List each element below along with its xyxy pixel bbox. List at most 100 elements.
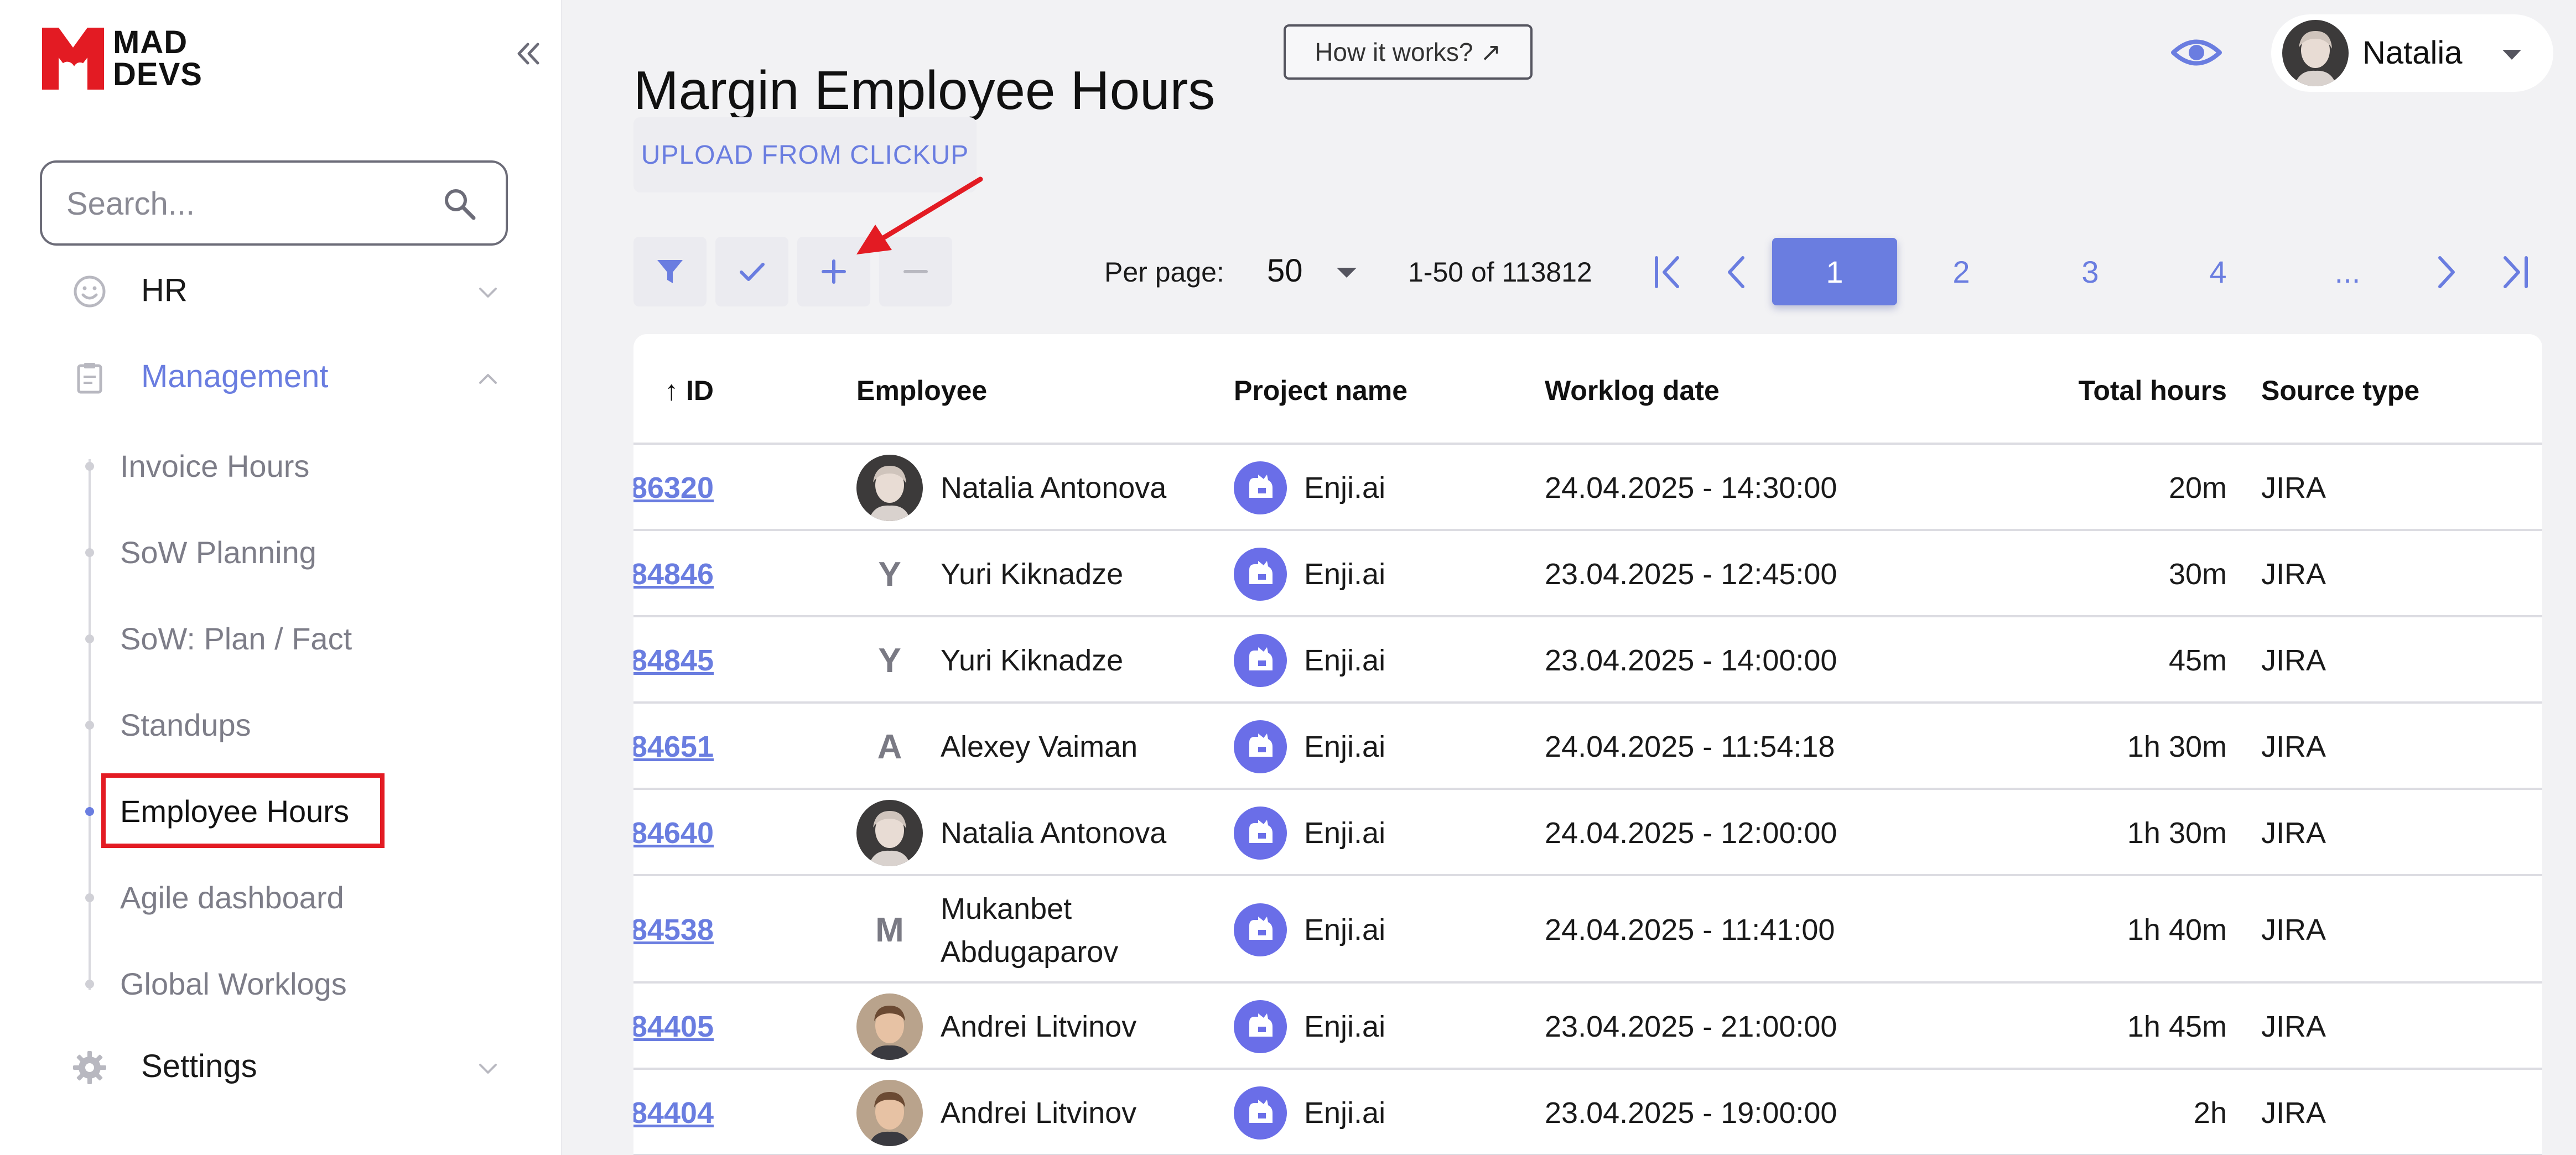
table-row[interactable]: 37484845 Y Yuri Kiknadze Enji.ai 23.04.2… bbox=[633, 617, 2542, 704]
project-name: Enji.ai bbox=[1304, 1010, 1386, 1043]
sidebar-group-management-label: Management bbox=[141, 358, 329, 394]
sidebar-item-sow-plan-fact[interactable]: SoW: Plan / Fact bbox=[0, 605, 562, 671]
enji-mark-icon bbox=[1249, 647, 1273, 670]
sidebar-item-label: Agile dashboard bbox=[120, 880, 344, 915]
worklog-id-link[interactable]: 37484538 bbox=[633, 908, 714, 951]
submenu-dot bbox=[85, 634, 94, 643]
enji-mark-icon bbox=[1249, 1100, 1273, 1123]
enji-mark-icon bbox=[1249, 1013, 1273, 1037]
sidebar-item-label: Global Worklogs bbox=[120, 966, 347, 1001]
column-header-employee[interactable]: Employee bbox=[856, 373, 987, 408]
add-button[interactable] bbox=[797, 237, 870, 306]
enji-logo-icon bbox=[1234, 720, 1287, 773]
sidebar-group-hr[interactable]: HR bbox=[0, 257, 562, 324]
column-header-project[interactable]: Project name bbox=[1234, 373, 1408, 408]
user-photo-andrei bbox=[856, 1080, 923, 1146]
annotation-highlight-box bbox=[101, 773, 385, 848]
source-type: JIRA bbox=[2261, 816, 2326, 850]
employee-name: Natalia Antonova bbox=[941, 816, 1167, 850]
source-type: JIRA bbox=[2261, 1096, 2326, 1130]
page-title: Margin Employee Hours bbox=[633, 59, 1216, 121]
avatar bbox=[2282, 20, 2349, 86]
table-row[interactable]: 37484640 Natalia Antonova Enji.ai 24.04.… bbox=[633, 790, 2542, 876]
page-ellipsis[interactable]: ... bbox=[2285, 238, 2410, 305]
select-check-button[interactable] bbox=[715, 237, 788, 306]
page-button-3[interactable]: 3 bbox=[2028, 238, 2153, 305]
table-row[interactable]: 37484651 A Alexey Vaiman Enji.ai 24.04.2… bbox=[633, 704, 2542, 790]
sidebar-group-settings-label: Settings bbox=[141, 1048, 257, 1084]
sidebar-item-invoice-hours[interactable]: Invoice Hours bbox=[0, 432, 562, 498]
page-button-2[interactable]: 2 bbox=[1899, 238, 2024, 305]
clipboard-icon bbox=[77, 363, 102, 394]
source-type: JIRA bbox=[2261, 913, 2326, 946]
table-row[interactable]: 37484538 M Mukanbet Abdugaparov Enji.ai … bbox=[633, 876, 2542, 984]
enji-mark-icon bbox=[1249, 475, 1273, 498]
upload-from-clickup-button[interactable]: UPLOAD FROM CLICKUP bbox=[633, 117, 977, 192]
submenu-dot bbox=[85, 893, 94, 902]
chevron-down-icon bbox=[479, 288, 497, 298]
user-photo-natalia bbox=[856, 800, 923, 866]
sidebar-item-label: Standups bbox=[120, 707, 251, 742]
filter-button[interactable] bbox=[633, 237, 707, 306]
sidebar-item-global-worklogs[interactable]: Global Worklogs bbox=[0, 950, 562, 1016]
avatar bbox=[856, 455, 923, 521]
prev-page-icon[interactable] bbox=[1715, 250, 1759, 294]
worklog-id-link[interactable]: 37486320 bbox=[633, 466, 714, 509]
table-row[interactable]: 37484846 Y Yuri Kiknadze Enji.ai 23.04.2… bbox=[633, 531, 2542, 617]
gear-icon bbox=[73, 1051, 106, 1084]
project-name: Enji.ai bbox=[1304, 816, 1386, 850]
pagination-range: 1-50 of 113812 bbox=[1408, 257, 1592, 288]
submenu-dot-active bbox=[85, 807, 94, 816]
sidebar-item-standups[interactable]: Standups bbox=[0, 691, 562, 757]
visibility-toggle-button[interactable] bbox=[2169, 28, 2224, 77]
total-hours: 45m bbox=[2168, 644, 2227, 677]
worklog-id-link[interactable]: 37484846 bbox=[633, 553, 714, 596]
last-page-icon[interactable] bbox=[2490, 250, 2534, 294]
sidebar-item-sow-planning[interactable]: SoW Planning bbox=[0, 518, 562, 585]
total-hours: 2h bbox=[2193, 1096, 2227, 1130]
sidebar-group-settings[interactable]: Settings bbox=[0, 1033, 562, 1100]
column-header-source-type[interactable]: Source type bbox=[2261, 373, 2419, 408]
enji-logo-icon bbox=[1234, 461, 1287, 514]
collapse-sidebar-button[interactable] bbox=[509, 34, 548, 73]
worklog-id-link[interactable]: 37484404 bbox=[633, 1091, 714, 1135]
caret-down-icon bbox=[2502, 50, 2521, 60]
worklog-date: 23.04.2025 - 21:00:00 bbox=[1545, 1010, 1837, 1043]
caret-down-icon bbox=[1337, 268, 1357, 278]
worklog-id-link[interactable]: 37484651 bbox=[633, 725, 714, 768]
worklog-id-link[interactable]: 37484405 bbox=[633, 1005, 714, 1048]
submenu-dot bbox=[85, 548, 94, 557]
enji-mark-icon bbox=[1249, 561, 1273, 584]
worklog-id-link[interactable]: 37484640 bbox=[633, 811, 714, 855]
first-page-icon[interactable] bbox=[1649, 250, 1693, 294]
table-row[interactable]: 37484405 Andrei Litvinov Enji.ai 23.04.2… bbox=[633, 984, 2542, 1070]
worklog-id-link[interactable]: 37484845 bbox=[633, 639, 714, 682]
page-button-4[interactable]: 4 bbox=[2156, 238, 2281, 305]
worklog-date: 24.04.2025 - 11:41:00 bbox=[1545, 913, 1835, 946]
page-button-1[interactable]: 1 bbox=[1772, 238, 1897, 305]
next-page-icon[interactable] bbox=[2423, 250, 2468, 294]
remove-button[interactable] bbox=[879, 237, 952, 306]
per-page-select[interactable]: 50 bbox=[1267, 250, 1361, 294]
worklog-date: 24.04.2025 - 14:30:00 bbox=[1545, 471, 1837, 504]
sidebar-group-management[interactable]: Management bbox=[0, 344, 562, 410]
user-menu[interactable]: Natalia bbox=[2271, 14, 2553, 92]
search-icon[interactable] bbox=[442, 186, 477, 221]
column-header-worklog-date[interactable]: Worklog date bbox=[1545, 373, 1720, 408]
enji-logo-icon bbox=[1234, 1086, 1287, 1140]
project-name: Enji.ai bbox=[1304, 1096, 1386, 1130]
table-row[interactable]: 37486320 Natalia Antonova Enji.ai 24.04.… bbox=[633, 445, 2542, 531]
table-row[interactable]: 37484404 Andrei Litvinov Enji.ai 23.04.2… bbox=[633, 1070, 2542, 1155]
check-icon bbox=[740, 263, 765, 281]
mad-devs-logo[interactable]: MAD DEVS bbox=[40, 25, 217, 97]
sidebar-item-label: SoW: Plan / Fact bbox=[120, 621, 352, 656]
total-hours: 20m bbox=[2168, 471, 2227, 504]
employee-name: Andrei Litvinov bbox=[941, 1096, 1137, 1130]
search-input[interactable] bbox=[65, 178, 427, 229]
column-header-id[interactable]: ↑ ID bbox=[664, 373, 714, 408]
how-it-works-button[interactable]: How it works? ↗ bbox=[1284, 24, 1533, 80]
worklog-date: 23.04.2025 - 12:45:00 bbox=[1545, 558, 1837, 591]
sidebar-item-agile-dashboard[interactable]: Agile dashboard bbox=[0, 863, 562, 930]
column-header-total-hours[interactable]: Total hours bbox=[2078, 373, 2227, 408]
employee-name: Alexey Vaiman bbox=[941, 730, 1138, 763]
